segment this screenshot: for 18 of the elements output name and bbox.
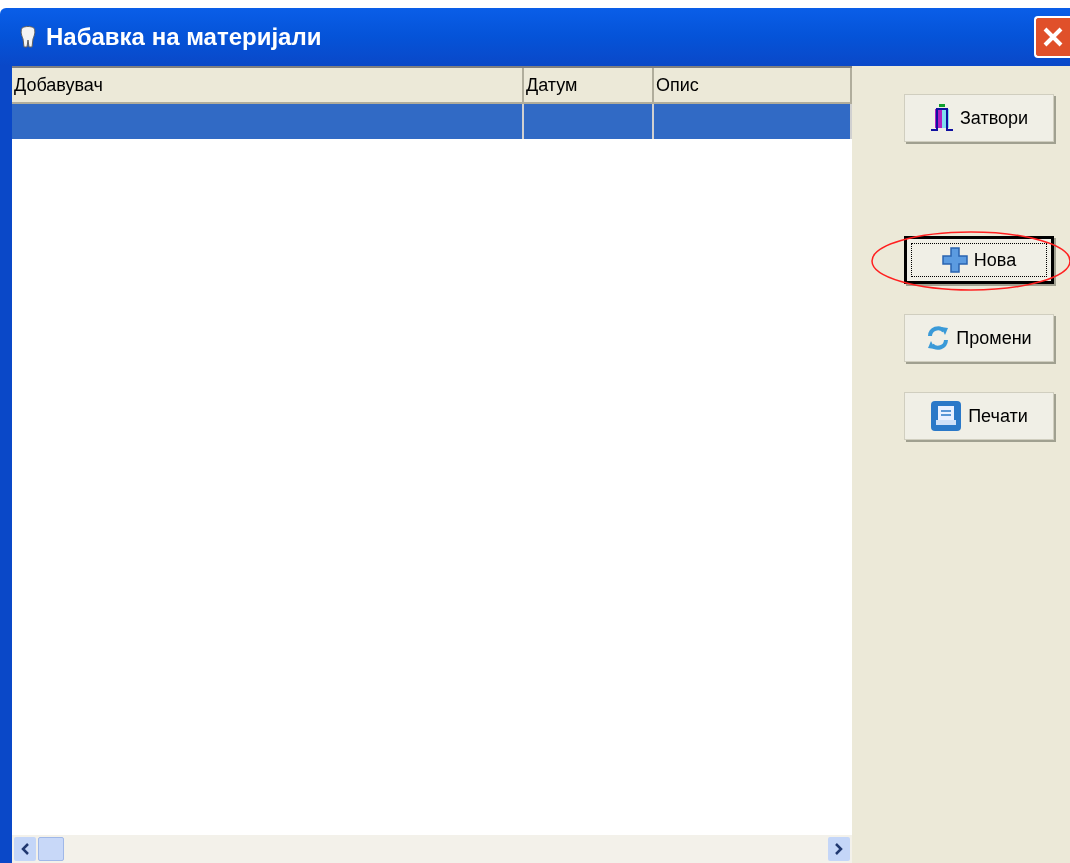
scroll-thumb[interactable] <box>38 837 64 861</box>
column-header[interactable]: Добавувач <box>12 68 524 102</box>
refresh-icon <box>926 325 951 351</box>
close-button[interactable] <box>1034 16 1070 58</box>
toolbar-button[interactable]: Нова <box>904 236 1054 284</box>
toolbar-button[interactable]: Промени <box>904 314 1054 362</box>
close-icon <box>1042 26 1064 48</box>
column-header[interactable]: Датум <box>524 68 654 102</box>
door-icon <box>929 104 954 132</box>
toolbar-button[interactable]: Затвори <box>904 94 1054 142</box>
scroll-right-button[interactable] <box>828 837 850 861</box>
tooth-icon <box>20 26 36 48</box>
printer-icon <box>930 400 963 432</box>
horizontal-scrollbar[interactable] <box>12 835 852 863</box>
toolbar-button[interactable]: Печати <box>904 392 1054 440</box>
window-title: Набавка на материјали <box>46 22 322 52</box>
plus-icon <box>941 247 968 273</box>
scroll-left-button[interactable] <box>14 837 36 861</box>
